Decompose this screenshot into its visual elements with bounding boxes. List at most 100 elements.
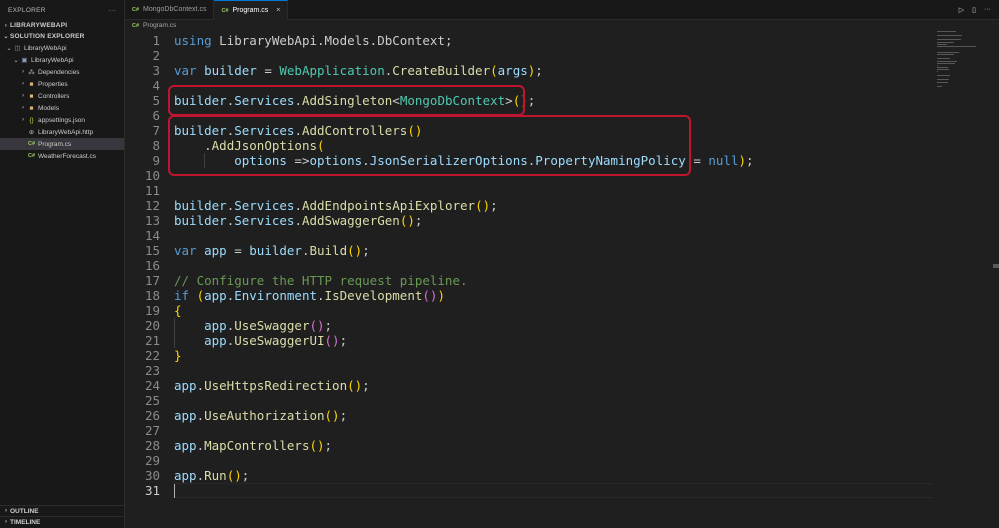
code-editor[interactable]: 1 using LibraryWebApi.Models.DbContext; 2 3… bbox=[125, 31, 999, 528]
line-number: 10 bbox=[144, 168, 160, 183]
code-line[interactable]: 12 builder.Services.AddEndpointsApiExplor… bbox=[125, 198, 935, 213]
explorer-title: EXPLORER bbox=[8, 6, 46, 14]
code-line[interactable]: 31 bbox=[125, 483, 935, 498]
tree-item[interactable]: ⊕ LibraryWebApi.http bbox=[0, 126, 124, 138]
tree-item[interactable]: › ■ Controllers bbox=[0, 90, 124, 102]
chevron-down-icon[interactable]: ⌄ bbox=[5, 45, 13, 52]
code-token: AddSwaggerGen bbox=[301, 213, 400, 228]
tree-item-label: LibraryWebApi bbox=[31, 56, 74, 64]
line-number: 4 bbox=[152, 78, 160, 93]
code-token: ; bbox=[535, 63, 543, 78]
code-token: ; bbox=[527, 93, 536, 108]
chevron-right-icon[interactable]: › bbox=[19, 117, 27, 123]
code-line[interactable]: 11 bbox=[125, 183, 935, 198]
code-line[interactable]: 26 app.UseAuthorization(); bbox=[125, 408, 935, 423]
code-line[interactable]: 21 app.UseSwaggerUI(); bbox=[125, 333, 935, 348]
solution-explorer-label: SOLUTION EXPLORER bbox=[10, 33, 85, 40]
chevron-right-icon[interactable]: › bbox=[19, 69, 27, 75]
more-actions-icon[interactable]: ··· bbox=[109, 7, 116, 14]
code-line[interactable]: 24 app.UseHttpsRedirection(); bbox=[125, 378, 935, 393]
tree-item[interactable]: C# Program.cs bbox=[0, 138, 124, 150]
line-number: 13 bbox=[144, 213, 160, 228]
code-token: ; bbox=[746, 153, 754, 168]
code-line[interactable]: 6 bbox=[125, 108, 935, 123]
code-token: () bbox=[324, 333, 340, 348]
line-number: 12 bbox=[144, 198, 160, 213]
code-line[interactable]: 8 .AddJsonOptions( bbox=[125, 138, 935, 153]
code-line[interactable]: 3 var builder = WebApplication.CreateBuil… bbox=[125, 63, 935, 78]
code-line[interactable]: 17 // Configure the HTTP request pipeline… bbox=[125, 273, 935, 288]
code-token: () bbox=[347, 243, 363, 258]
code-line[interactable]: 14 bbox=[125, 228, 935, 243]
line-number: 9 bbox=[152, 153, 160, 168]
code-token: => bbox=[286, 153, 310, 168]
code-line[interactable]: 20 app.UseSwagger(); bbox=[125, 318, 935, 333]
tree-item[interactable]: ›{} appsettings.json bbox=[0, 114, 124, 126]
code-line[interactable]: 10 bbox=[125, 168, 935, 183]
split-editor-icon[interactable]: ▯ bbox=[972, 6, 976, 14]
code-token: AddEndpointsApiExplorer bbox=[301, 198, 476, 213]
chevron-right-icon[interactable]: › bbox=[19, 105, 27, 111]
tree-item[interactable]: ⌄ ▣ LibraryWebApi bbox=[0, 54, 124, 66]
code-line[interactable]: 7 builder.Services.AddControllers() bbox=[125, 123, 935, 138]
code-line[interactable]: 19 { bbox=[125, 303, 935, 318]
code-line[interactable]: 22} bbox=[125, 348, 935, 363]
chevron-right-icon[interactable]: › bbox=[19, 93, 27, 99]
close-icon[interactable]: × bbox=[276, 7, 280, 14]
code-line[interactable]: 18 if (app.Environment.IsDevelopment()) bbox=[125, 288, 935, 303]
code-token: . bbox=[362, 153, 370, 168]
code-line[interactable]: 15 var app = builder.Build(); bbox=[125, 243, 935, 258]
code-line[interactable]: 27 bbox=[125, 423, 935, 438]
code-token: // Configure the HTTP request pipeline. bbox=[174, 273, 468, 288]
timeline-section[interactable]: › TIMELINE bbox=[0, 516, 124, 527]
minimap-line bbox=[937, 78, 949, 80]
minimap-line bbox=[937, 61, 957, 63]
run-icon[interactable]: ▷ bbox=[959, 6, 964, 14]
code-token: { bbox=[174, 303, 182, 318]
minimap[interactable] bbox=[937, 31, 993, 91]
code-text: builder.Services.AddEndpointsApiExplorer… bbox=[174, 198, 498, 213]
solution-explorer-section[interactable]: ⌄ SOLUTION EXPLORER bbox=[0, 31, 124, 42]
tree-item[interactable]: ⌄ ◫ LibraryWebApi bbox=[0, 42, 124, 54]
tree-item[interactable]: › ⁂ Dependencies bbox=[0, 66, 124, 78]
code-line[interactable]: 2 bbox=[125, 48, 935, 63]
code-line[interactable]: 28 app.MapControllers(); bbox=[125, 438, 935, 453]
workspace-section[interactable]: › LIBRARYWEBAPI bbox=[0, 20, 124, 31]
chevron-right-icon[interactable]: › bbox=[19, 81, 27, 87]
line-number: 28 bbox=[144, 438, 160, 453]
chevron-down-icon[interactable]: ⌄ bbox=[12, 57, 20, 64]
tree-item[interactable]: › ■ Properties bbox=[0, 78, 124, 90]
code-line[interactable]: 30 app.Run(); bbox=[125, 468, 935, 483]
code-line[interactable]: 29 bbox=[125, 453, 935, 468]
code-line[interactable]: 9 options =>options.JsonSerializerOption… bbox=[125, 153, 935, 168]
code-line[interactable]: 5 builder.Services.AddSingleton<MongoDbCo… bbox=[125, 93, 935, 108]
tab-mongodbcontext[interactable]: C# MongoDbContext.cs bbox=[125, 0, 215, 19]
code-token: options bbox=[309, 153, 363, 168]
code-text: options =>options.JsonSerializerOptions.… bbox=[174, 153, 754, 168]
more-actions-icon[interactable]: ··· bbox=[984, 6, 991, 13]
code-token: = bbox=[226, 243, 250, 258]
outline-section[interactable]: › OUTLINE bbox=[0, 505, 124, 516]
chevron-down-icon: ⌄ bbox=[3, 34, 9, 40]
breadcrumb-file[interactable]: Program.cs bbox=[143, 22, 176, 29]
code-token: ( bbox=[317, 138, 325, 153]
file-tree: ⌄ ◫ LibraryWebApi ⌄ ▣ LibraryWebApi › ⁂ Dependen… bbox=[0, 42, 124, 162]
code-token: Services bbox=[234, 198, 295, 213]
code-line[interactable]: 23 bbox=[125, 363, 935, 378]
code-line[interactable]: 25 bbox=[125, 393, 935, 408]
http-icon: ⊕ bbox=[28, 129, 35, 136]
code-line[interactable]: 13 builder.Services.AddSwaggerGen(); bbox=[125, 213, 935, 228]
code-line[interactable]: 16 bbox=[125, 258, 935, 273]
line-number: 15 bbox=[144, 243, 160, 258]
scrollbar-thumb[interactable] bbox=[993, 264, 999, 268]
text-caret bbox=[174, 484, 175, 498]
tree-item[interactable]: C# WeatherForecast.cs bbox=[0, 150, 124, 162]
code-line[interactable]: 4 bbox=[125, 78, 935, 93]
line-number: 22 bbox=[144, 348, 160, 363]
chevron-right-icon: › bbox=[5, 519, 7, 525]
tree-item-label: Controllers bbox=[38, 92, 70, 100]
tree-item[interactable]: › ■ Models bbox=[0, 102, 124, 114]
code-text: } bbox=[174, 348, 182, 363]
tab-program[interactable]: C# Program.cs × bbox=[214, 0, 289, 20]
code-line[interactable]: 1 using LibraryWebApi.Models.DbContext; bbox=[125, 33, 935, 48]
